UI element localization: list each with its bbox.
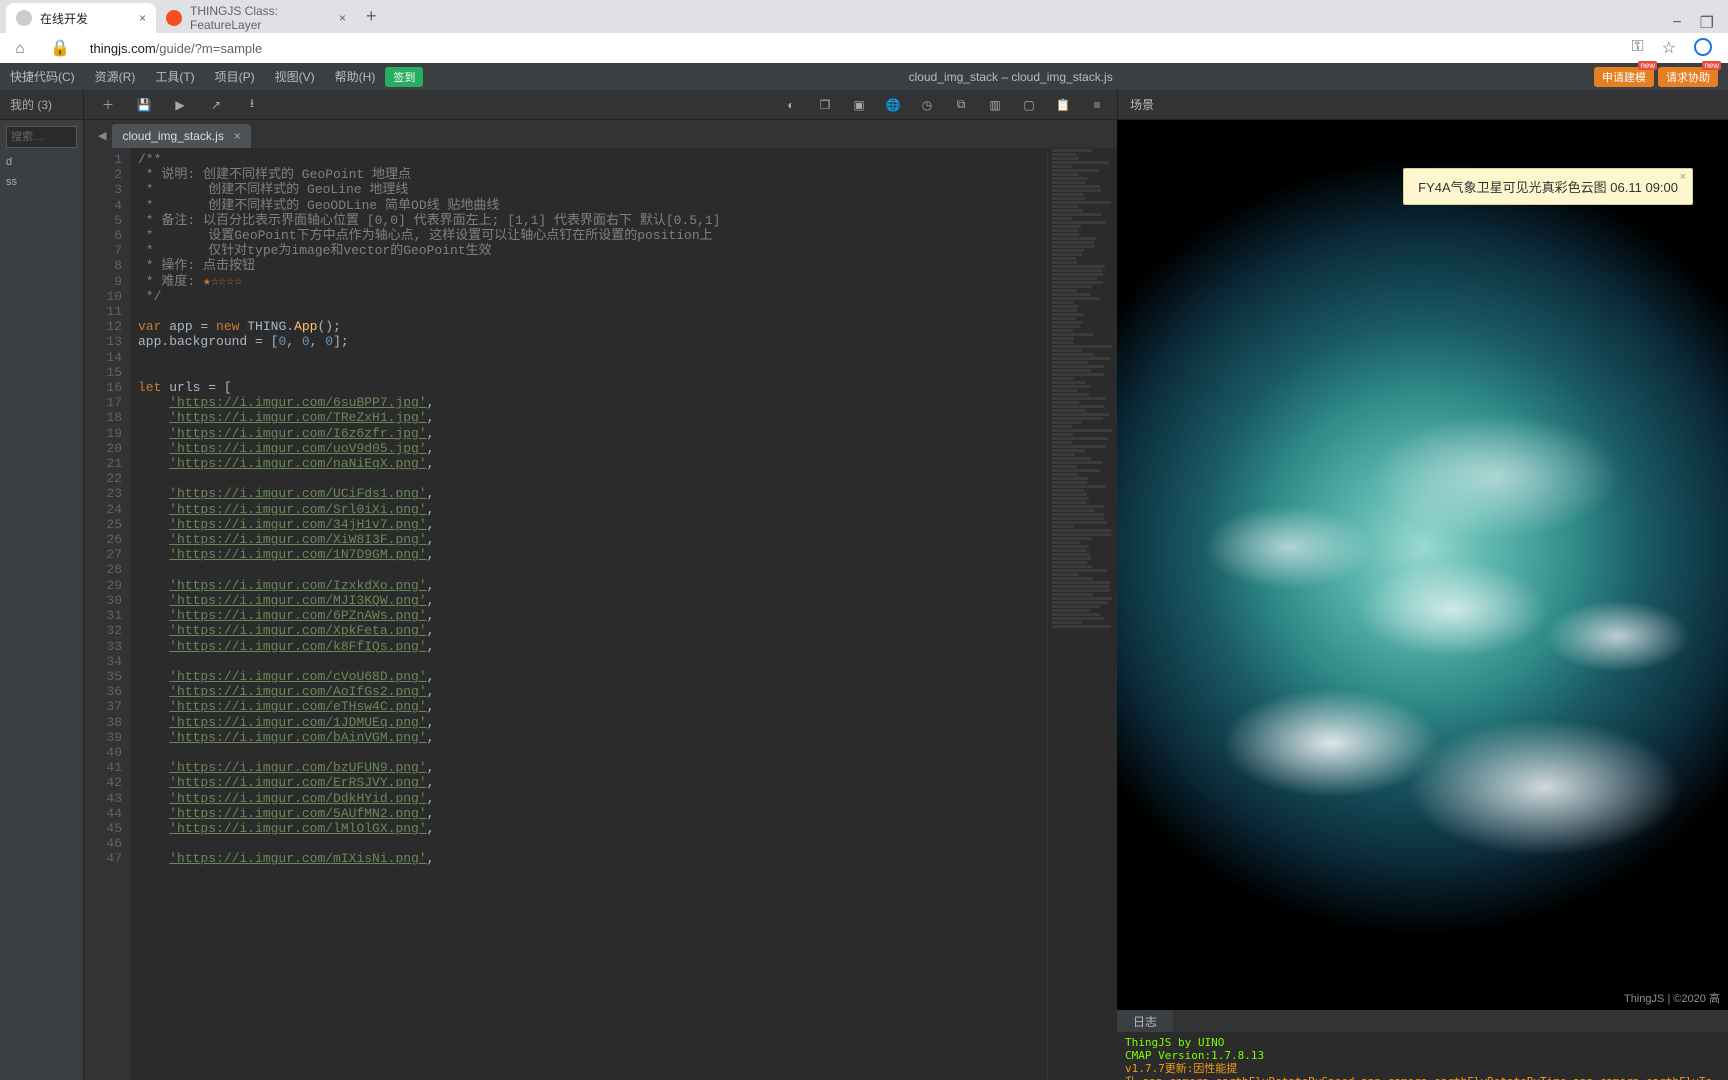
menu-item[interactable]: 快捷代码(C) [0,63,85,90]
file-tab-name: cloud_img_stack.js [122,129,223,143]
panel-icon[interactable]: ▥ [987,97,1003,113]
window-title: cloud_img_stack – cloud_img_stack.js [427,70,1594,84]
tab-prev-icon[interactable]: ◀ [92,129,112,148]
info-tooltip: × FY4A气象卫星可见光真彩色云图 06.11 09:00 [1403,168,1693,205]
menu-item[interactable]: 项目(P) [205,63,265,90]
save-icon[interactable]: 💾 [136,97,152,113]
sidebar-item[interactable]: d [6,156,77,168]
sidebar-item[interactable]: ss [6,176,77,188]
app-menubar: 快捷代码(C)资源(R)工具(T)项目(P)视图(V)帮助(H) 签到 clou… [0,63,1728,90]
nav-home-icon[interactable]: ⌂ [10,40,30,57]
browser-tab-active[interactable]: 在线开发 × [6,3,156,33]
close-icon[interactable]: × [234,129,241,143]
address-bar[interactable]: thingjs.com/guide/?m=sample [90,41,1620,56]
scene-panel-header[interactable]: 场景 [1117,90,1728,119]
clock-icon[interactable]: ◷ [919,97,935,113]
watermark: ThingJS | ©2020 高 [1624,990,1720,1006]
tab-title: 在线开发 [40,10,88,27]
cloud-overlay [1117,120,1728,1010]
toolbar: 我的 (3) ＋ 💾 ▶ ↗ ⭳ ◐ ❒ ▣ 🌐 ◷ ⧉ ▥ ▢ 📋 ≡ 场景 [0,90,1728,120]
globe-icon[interactable]: 🌐 [885,97,901,113]
close-icon[interactable]: × [331,11,346,25]
close-icon[interactable]: × [1680,171,1686,183]
profile-icon[interactable] [1694,38,1712,56]
share-icon[interactable]: ↗ [208,97,224,113]
image-icon[interactable]: ▢ [1021,97,1037,113]
clipboard-icon[interactable]: 📋 [1055,97,1071,113]
address-row: ⌂ 🔒 thingjs.com/guide/?m=sample ⚿ ☆ [0,33,1728,63]
star-icon[interactable]: ☆ [1662,38,1676,58]
search-input[interactable] [6,126,77,148]
tab-title: THINGJS Class: FeatureLayer [190,4,331,32]
key-icon[interactable]: ⚿ [1631,38,1643,58]
browser-chrome: 在线开发 × THINGJS Class: FeatureLayer × + −… [0,0,1728,63]
console-tab-strip: 日志 [1117,1010,1728,1032]
signin-button[interactable]: 签到 [385,67,423,87]
preview-panel: × FY4A气象卫星可见光真彩色云图 06.11 09:00 ThingJS |… [1117,120,1728,1080]
cube-icon[interactable]: ❒ [817,97,833,113]
browser-tab[interactable]: THINGJS Class: FeatureLayer × [156,3,356,33]
menu-item[interactable]: 工具(T) [145,63,204,90]
code-editor[interactable]: 1234567891011121314151617181920212223242… [84,148,1117,1080]
code-area[interactable]: /** * 说明: 创建不同样式的 GeoPoint 地理点 * 创建不同样式的… [130,148,1117,1080]
file-tab-strip: ◀ cloud_img_stack.js × [84,120,1117,148]
menu-item[interactable]: 视图(V) [265,63,325,90]
editor-wrap: ◀ cloud_img_stack.js × 12345678910111213… [84,120,1117,1080]
lock-icon[interactable]: 🔒 [50,38,70,58]
console-tab-label: 日志 [1133,1013,1157,1030]
preview-canvas[interactable]: × FY4A气象卫星可见光真彩色云图 06.11 09:00 ThingJS |… [1117,120,1728,1010]
header-action-button[interactable]: 请求协助new [1658,67,1718,87]
close-icon[interactable]: × [131,11,146,25]
main-layout: d ss ◀ cloud_img_stack.js × 123456789101… [0,120,1728,1080]
left-pane-label: 我的 (3) [10,96,52,113]
plus-icon[interactable]: ＋ [100,97,116,113]
menu-item[interactable]: 资源(R) [85,63,146,90]
header-action-button[interactable]: 申请建模new [1594,67,1654,87]
scene-label: 场景 [1130,96,1154,113]
tooltip-text: FY4A气象卫星可见光真彩色云图 06.11 09:00 [1418,180,1678,195]
file-tab-active[interactable]: cloud_img_stack.js × [112,124,250,148]
new-tab-button[interactable]: + [356,6,387,27]
browser-tab-strip: 在线开发 × THINGJS Class: FeatureLayer × + −… [0,0,1728,33]
menu-item[interactable]: 帮助(H) [325,63,386,90]
copy-icon[interactable]: ⧉ [953,97,969,113]
sidebar: d ss [0,120,84,1080]
tab-favicon [16,10,32,26]
minimize-icon[interactable]: − [1672,14,1681,32]
line-gutter: 1234567891011121314151617181920212223242… [84,148,130,1080]
url-domain: thingjs.com [90,41,156,56]
play-icon[interactable]: ▶ [172,97,188,113]
url-path: /guide/?m=sample [156,41,263,56]
download-icon[interactable]: ⭳ [244,97,260,113]
tab-favicon [166,10,182,26]
window-icon[interactable]: ▣ [851,97,867,113]
left-pane-header[interactable]: 我的 (3) [0,90,84,119]
settings-icon[interactable]: ≡ [1089,97,1105,113]
globe-dark-icon[interactable]: ◐ [783,97,799,113]
minimap[interactable] [1047,148,1117,1080]
console-output[interactable]: ThingJS by UINOCMAP Version:1.7.8.13v1.7… [1117,1032,1728,1080]
console-tab-log[interactable]: 日志 [1117,1010,1173,1032]
restore-icon[interactable]: ❐ [1700,13,1714,33]
